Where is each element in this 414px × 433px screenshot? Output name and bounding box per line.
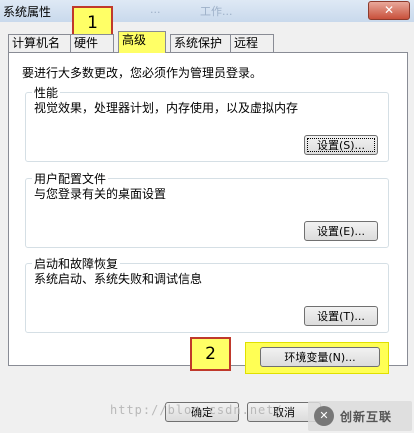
performance-group: 性能 视觉效果，处理器计划，内存使用，以及虚拟内存 设置(S)... [25,84,389,162]
user-profiles-description: 与您登录有关的桌面设置 [34,187,167,201]
tab-advanced[interactable]: 高级 [118,31,166,53]
close-button[interactable]: ✕ [368,1,410,20]
background-window-text: ... [150,3,161,16]
performance-settings-button[interactable]: 设置(S)... [304,135,378,155]
startup-recovery-description: 系统启动、系统失败和调试信息 [34,272,203,286]
tab-hardware[interactable]: 硬件 [70,34,114,52]
tab-system-protection[interactable]: 系统保护 [170,34,234,52]
user-profiles-group: 用户配置文件 与您登录有关的桌面设置 设置(E)... [25,170,389,248]
admin-note: 要进行大多数更改，您必须作为管理员登录。 [22,66,263,80]
brand-watermark: ✕ 创新互联 [308,401,412,431]
environment-variables-button[interactable]: 环境变量(N)... [260,347,380,367]
tab-remote[interactable]: 远程 [230,34,274,52]
brand-name: 创新互联 [340,410,393,424]
tab-computer-name[interactable]: 计算机名 [8,34,72,52]
title-bar: 系统属性 ... 工作... ✕ [0,0,414,23]
startup-recovery-group: 启动和故障恢复 系统启动、系统失败和调试信息 设置(T)... [25,255,389,333]
user-profiles-settings-button[interactable]: 设置(E)... [304,221,378,241]
step-2-callout: 2 [190,337,231,371]
brand-logo-icon: ✕ [314,406,334,426]
startup-recovery-settings-button[interactable]: 设置(T)... [304,306,378,326]
performance-description: 视觉效果，处理器计划，内存使用，以及虚拟内存 [34,101,299,115]
watermark-url: http://blog.csdn.net/ [110,403,283,417]
window-title: 系统属性 [3,5,52,19]
background-window-text-2: 工作... [200,5,233,18]
